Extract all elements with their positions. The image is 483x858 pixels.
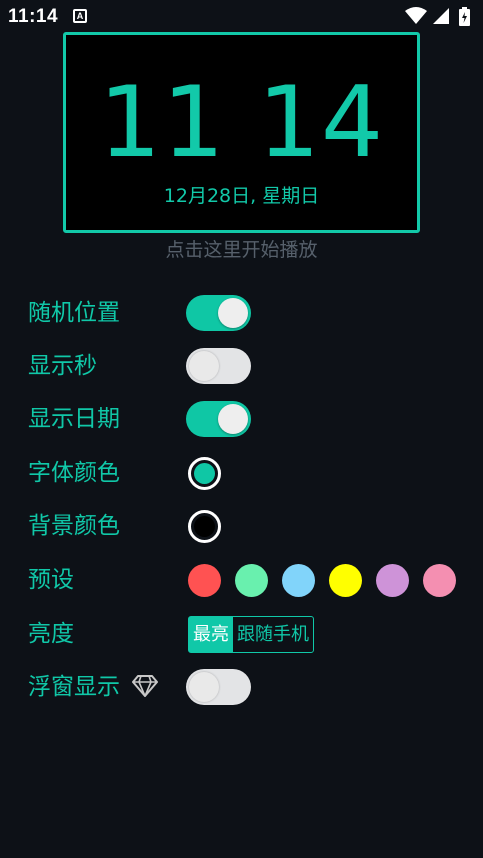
random-position-toggle[interactable] — [186, 295, 251, 331]
font-color-swatch — [194, 463, 215, 484]
setting-presets: 预设 — [0, 555, 483, 605]
presets-label: 预设 — [28, 567, 74, 593]
battery-charging-icon — [459, 7, 470, 26]
setting-floating-window: 浮窗显示 — [0, 662, 483, 712]
setting-show-seconds: 显示秒 — [0, 341, 483, 391]
start-playing-hint[interactable]: 点击这里开始播放 — [0, 235, 483, 262]
toggle-knob — [189, 351, 219, 381]
clock-date: 12月28日, 星期日 — [163, 185, 320, 207]
bg-color-picker[interactable] — [188, 510, 221, 543]
notification-a-icon: A — [73, 9, 87, 23]
brightness-option-follow-phone[interactable]: 跟随手机 — [233, 617, 313, 652]
toggle-knob — [218, 298, 248, 328]
preset-light-blue[interactable] — [282, 564, 315, 597]
preset-yellow[interactable] — [329, 564, 362, 597]
preset-purple[interactable] — [376, 564, 409, 597]
bg-color-swatch — [194, 516, 215, 537]
brightness-label: 亮度 — [28, 621, 74, 647]
diamond-icon — [132, 675, 158, 697]
show-seconds-toggle[interactable] — [186, 348, 251, 384]
font-color-label: 字体颜色 — [28, 460, 120, 486]
toggle-knob — [218, 404, 248, 434]
setting-show-date: 显示日期 — [0, 394, 483, 444]
toggle-knob — [189, 672, 219, 702]
bg-color-label: 背景颜色 — [28, 513, 120, 539]
random-position-label: 随机位置 — [28, 300, 120, 326]
setting-bg-color: 背景颜色 — [0, 501, 483, 551]
brightness-segmented-control: 最亮 跟随手机 — [188, 616, 314, 653]
clock-time: 11 14 — [98, 66, 385, 180]
preset-green[interactable] — [235, 564, 268, 597]
preset-red[interactable] — [188, 564, 221, 597]
show-date-label: 显示日期 — [28, 406, 120, 432]
setting-brightness: 亮度 最亮 跟随手机 — [0, 609, 483, 659]
show-date-toggle[interactable] — [186, 401, 251, 437]
setting-random-position: 随机位置 — [0, 288, 483, 338]
status-icons — [405, 7, 475, 26]
status-bar: 11:14 A — [0, 0, 483, 32]
show-seconds-label: 显示秒 — [28, 353, 97, 379]
setting-font-color: 字体颜色 — [0, 448, 483, 498]
floating-window-toggle[interactable] — [186, 669, 251, 705]
status-time: 11:14 — [8, 6, 59, 27]
preset-pink[interactable] — [423, 564, 456, 597]
font-color-picker[interactable] — [188, 457, 221, 490]
brightness-option-max[interactable]: 最亮 — [189, 617, 233, 652]
floating-window-label: 浮窗显示 — [28, 674, 120, 700]
signal-icon — [433, 8, 449, 24]
wifi-icon — [405, 7, 427, 24]
clock-preview[interactable]: 11 14 12月28日, 星期日 — [63, 32, 420, 233]
